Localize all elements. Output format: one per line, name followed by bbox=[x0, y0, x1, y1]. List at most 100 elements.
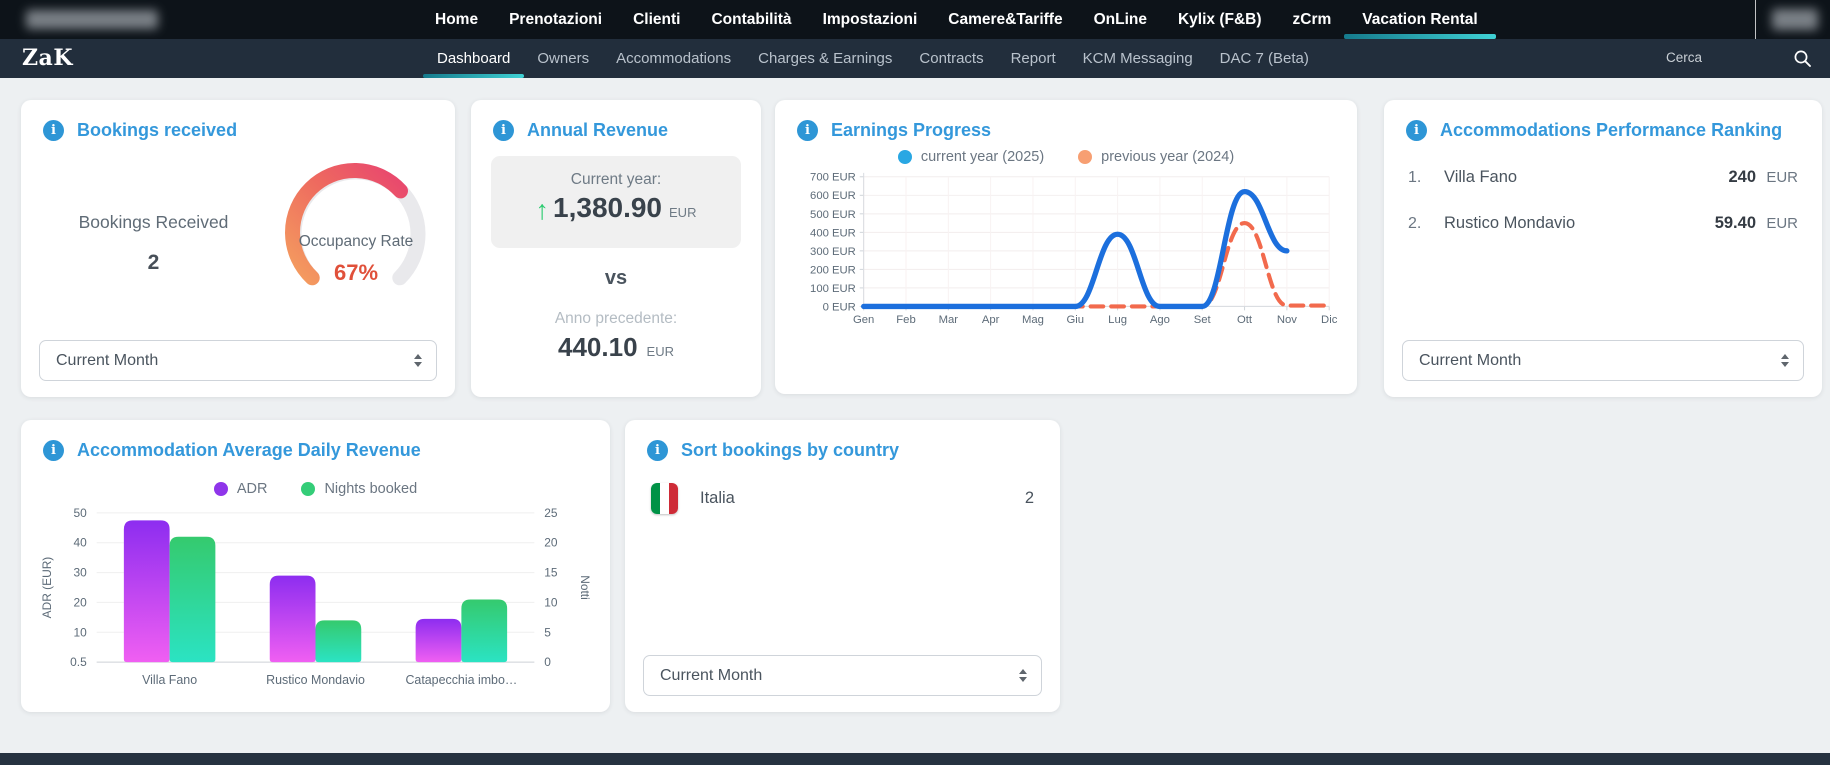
svg-text:40: 40 bbox=[73, 536, 87, 550]
top-menu: Home Prenotazioni Clienti Contabilità Im… bbox=[435, 0, 1478, 39]
period-select[interactable]: Current Month bbox=[39, 340, 437, 381]
period-select[interactable]: Current Month bbox=[643, 655, 1042, 696]
period-select-value: Current Month bbox=[660, 667, 762, 685]
svg-text:0: 0 bbox=[544, 655, 551, 669]
subnav-tab-dac7[interactable]: DAC 7 (Beta) bbox=[1220, 39, 1309, 78]
svg-text:Notti: Notti bbox=[578, 575, 592, 600]
svg-text:67%: 67% bbox=[334, 260, 378, 285]
topnav-item-contabilita[interactable]: Contabilità bbox=[711, 0, 791, 39]
info-icon[interactable]: i bbox=[647, 440, 668, 461]
legend-dot-icon bbox=[898, 150, 912, 164]
zak-logo[interactable]: ZaK bbox=[22, 45, 73, 71]
svg-text:Ago: Ago bbox=[1150, 314, 1170, 326]
svg-text:Occupancy Rate: Occupancy Rate bbox=[299, 233, 414, 250]
revenue-value: 59.40 bbox=[1715, 214, 1756, 233]
search-icon[interactable] bbox=[1793, 49, 1812, 68]
legend-label: ADR bbox=[237, 481, 268, 497]
svg-text:15: 15 bbox=[544, 566, 558, 580]
earnings-progress-card: i Earnings Progress current year (2025) … bbox=[775, 100, 1357, 394]
country-name: Italia bbox=[700, 489, 1003, 508]
info-icon[interactable]: i bbox=[797, 120, 818, 141]
svg-text:Rustico Mondavio: Rustico Mondavio bbox=[266, 673, 365, 687]
bookings-received-card: i Bookings received Bookings Received 2 … bbox=[21, 100, 455, 397]
bookings-metric-value: 2 bbox=[61, 251, 246, 275]
legend-nights-booked[interactable]: Nights booked bbox=[301, 481, 417, 497]
current-year-box: Current year: ↑ 1,380.90 EUR bbox=[491, 156, 741, 248]
topnav-item-zcrm[interactable]: zCrm bbox=[1293, 0, 1332, 39]
previous-year-value: 440.10 bbox=[558, 332, 638, 363]
topnav-item-kylix[interactable]: Kylix (F&B) bbox=[1178, 0, 1262, 39]
svg-text:500 EUR: 500 EUR bbox=[810, 209, 856, 221]
svg-text:Giu: Giu bbox=[1067, 314, 1085, 326]
legend-dot-icon bbox=[301, 482, 315, 496]
revenue-value: 240 bbox=[1728, 168, 1756, 187]
svg-text:Feb: Feb bbox=[896, 314, 915, 326]
earnings-line-chart: 700 EUR600 EUR500 EUR400 EUR300 EUR200 E… bbox=[775, 165, 1357, 334]
subnav-tab-owners[interactable]: Owners bbox=[537, 39, 589, 78]
legend-label: Nights booked bbox=[324, 481, 417, 497]
svg-text:10: 10 bbox=[544, 595, 558, 609]
dashboard-content: i Bookings received Bookings Received 2 … bbox=[0, 78, 1830, 753]
performance-ranking-card: i Accommodations Performance Ranking 1. … bbox=[1384, 100, 1822, 397]
svg-text:Lug: Lug bbox=[1108, 314, 1127, 326]
svg-text:5: 5 bbox=[544, 625, 551, 639]
info-icon[interactable]: i bbox=[43, 120, 64, 141]
svg-text:Set: Set bbox=[1194, 314, 1212, 326]
search-label[interactable]: Cerca bbox=[1666, 50, 1702, 65]
subnav-tab-report[interactable]: Report bbox=[1011, 39, 1056, 78]
earnings-legend: current year (2025) previous year (2024) bbox=[775, 149, 1357, 165]
subnav-tab-charges-earnings[interactable]: Charges & Earnings bbox=[758, 39, 892, 78]
svg-text:30: 30 bbox=[73, 566, 87, 580]
topnav-item-camere-tariffe[interactable]: Camere&Tariffe bbox=[948, 0, 1062, 39]
ranking-row: 2. Rustico Mondavio 59.40 EUR bbox=[1384, 214, 1822, 233]
previous-year-currency: EUR bbox=[647, 344, 674, 359]
trend-up-arrow-icon: ↑ bbox=[536, 195, 550, 226]
card-title: Annual Revenue bbox=[527, 120, 668, 141]
currency-label: EUR bbox=[1756, 169, 1798, 186]
topnav-item-clienti[interactable]: Clienti bbox=[633, 0, 680, 39]
info-icon[interactable]: i bbox=[1406, 120, 1427, 141]
svg-text:Ott: Ott bbox=[1237, 314, 1253, 326]
topnav-item-vacation-rental[interactable]: Vacation Rental bbox=[1362, 0, 1477, 39]
topnav-item-impostazioni[interactable]: Impostazioni bbox=[823, 0, 918, 39]
rank-number: 2. bbox=[1408, 215, 1444, 233]
svg-text:Apr: Apr bbox=[982, 314, 1000, 326]
current-year-label: Current year: bbox=[491, 171, 741, 189]
subnav-tab-accommodations[interactable]: Accommodations bbox=[616, 39, 731, 78]
svg-text:600 EUR: 600 EUR bbox=[810, 190, 856, 202]
svg-text:200 EUR: 200 EUR bbox=[810, 264, 856, 276]
svg-text:0 EUR: 0 EUR bbox=[823, 301, 856, 313]
svg-text:700 EUR: 700 EUR bbox=[810, 172, 856, 184]
legend-label: current year (2025) bbox=[921, 149, 1044, 165]
topnav-item-online[interactable]: OnLine bbox=[1094, 0, 1147, 39]
subnav-tab-contracts[interactable]: Contracts bbox=[919, 39, 983, 78]
svg-text:50: 50 bbox=[73, 506, 87, 520]
subnav-tab-kcm-messaging[interactable]: KCM Messaging bbox=[1083, 39, 1193, 78]
info-icon[interactable]: i bbox=[43, 440, 64, 461]
period-select-value: Current Month bbox=[56, 352, 158, 370]
svg-text:ADR (EUR): ADR (EUR) bbox=[40, 557, 54, 619]
adr-bar-chart: 50254020301520101050.50Villa FanoRustico… bbox=[21, 497, 610, 706]
ranking-row: 1. Villa Fano 240 EUR bbox=[1384, 168, 1822, 187]
select-arrows-icon bbox=[1781, 354, 1789, 367]
card-title: Earnings Progress bbox=[831, 120, 991, 141]
svg-text:400 EUR: 400 EUR bbox=[810, 227, 856, 239]
subnav-tab-dashboard[interactable]: Dashboard bbox=[437, 39, 510, 78]
current-year-value: 1,380.90 bbox=[553, 192, 662, 224]
topnav-item-prenotazioni[interactable]: Prenotazioni bbox=[509, 0, 602, 39]
svg-text:Nov: Nov bbox=[1277, 314, 1297, 326]
accommodation-name: Rustico Mondavio bbox=[1444, 214, 1715, 233]
legend-previous-year[interactable]: previous year (2024) bbox=[1078, 149, 1234, 165]
svg-text:Dic: Dic bbox=[1321, 314, 1338, 326]
period-select[interactable]: Current Month bbox=[1402, 340, 1804, 381]
svg-text:Mar: Mar bbox=[939, 314, 959, 326]
top-navigation-bar: Home Prenotazioni Clienti Contabilità Im… bbox=[0, 0, 1830, 39]
redacted-user-chip bbox=[1772, 9, 1818, 30]
info-icon[interactable]: i bbox=[493, 120, 514, 141]
legend-adr[interactable]: ADR bbox=[214, 481, 268, 497]
country-count: 2 bbox=[1025, 489, 1034, 508]
legend-current-year[interactable]: current year (2025) bbox=[898, 149, 1044, 165]
rank-number: 1. bbox=[1408, 169, 1444, 187]
topnav-item-home[interactable]: Home bbox=[435, 0, 478, 39]
card-title: Sort bookings by country bbox=[681, 440, 899, 461]
